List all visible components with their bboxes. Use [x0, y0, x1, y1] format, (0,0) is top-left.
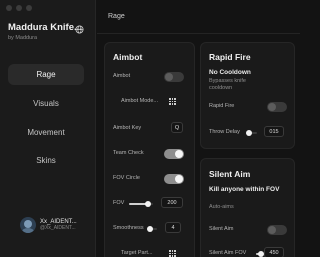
fov-label: FOV	[113, 200, 125, 206]
aimbot-panel: Aimbot Aimbot Aimbot Mode... Aimbot Key …	[104, 42, 195, 257]
fov-circle-toggle[interactable]	[164, 174, 184, 184]
slider-thumb[interactable]	[147, 226, 154, 232]
grid-icon[interactable]	[169, 98, 176, 105]
rapid-fire-desc: Bypasses knife cooldown	[209, 78, 246, 91]
globe-icon[interactable]	[75, 25, 84, 34]
sidebar-item-visuals[interactable]: Visuals	[8, 93, 84, 114]
sidebar-item-label: Visuals	[33, 99, 59, 108]
rapid-fire-panel-title: Rapid Fire	[209, 52, 251, 62]
sidebar-item-rage[interactable]: Rage	[8, 64, 84, 85]
sidebar-item-label: Rage	[36, 70, 56, 79]
sidebar-item-skins[interactable]: Skins	[8, 150, 84, 171]
aimbot-toggle[interactable]	[164, 72, 184, 82]
sidebar: Maddura Knife... by Maddura Rage Visuals…	[0, 0, 96, 257]
silent-aim-desc-title: Kill anyone within FOV	[209, 186, 280, 193]
fov-circle-label: FOV Circle	[113, 175, 140, 181]
silent-aim-panel: Silent Aim Kill anyone within FOV Auto-a…	[200, 158, 295, 257]
app-title: Maddura Knife...	[8, 22, 82, 33]
rapid-fire-panel: Rapid Fire No Cooldown Bypasses knife co…	[200, 42, 295, 149]
app-subtitle: by Maddura	[8, 35, 38, 41]
rapid-fire-desc-title: No Cooldown	[209, 69, 251, 76]
slider-thumb[interactable]	[246, 130, 253, 136]
avatar	[20, 217, 36, 233]
grid-icon[interactable]	[169, 250, 176, 257]
window-minimize-button[interactable]	[16, 5, 22, 11]
window-close-button[interactable]	[6, 5, 12, 11]
window-controls	[6, 5, 32, 11]
aimbot-label: Aimbot	[113, 73, 131, 79]
sidebar-item-label: Skins	[36, 156, 56, 165]
silent-aim-fov-value[interactable]: 450	[264, 247, 284, 257]
silent-aim-panel-title: Silent Aim	[209, 169, 251, 179]
sidebar-item-movement[interactable]: Movement	[8, 122, 84, 143]
page-title: Rage	[108, 13, 125, 20]
silent-aim-fov-slider[interactable]	[256, 251, 265, 257]
smoothness-slider[interactable]	[147, 226, 157, 232]
aimbot-key-label: Aimbot Key	[113, 125, 142, 131]
throw-delay-slider[interactable]	[246, 130, 257, 136]
fov-value[interactable]: 200	[161, 197, 183, 208]
throw-delay-label: Throw Delay	[209, 129, 240, 135]
sidebar-item-label: Movement	[27, 128, 65, 137]
header: Rage	[97, 0, 300, 34]
smoothness-label: Smoothness	[113, 225, 144, 231]
aimbot-panel-title: Aimbot	[113, 52, 143, 62]
slider-thumb[interactable]	[145, 201, 152, 207]
silent-aim-desc: Auto-aims	[209, 204, 234, 210]
window-maximize-button[interactable]	[26, 5, 32, 11]
fov-slider[interactable]	[129, 201, 153, 207]
user-profile[interactable]: Xx_AIDENT... @Xx_AIDENT...	[20, 217, 77, 233]
team-check-label: Team Check	[113, 150, 144, 156]
target-part-label[interactable]: Target Part...	[121, 250, 153, 256]
smoothness-value[interactable]: 4	[165, 222, 181, 233]
silent-aim-label: Silent Aim	[209, 226, 234, 232]
silent-aim-fov-label: Silent Aim FOV	[209, 250, 247, 256]
throw-delay-value[interactable]: 015	[264, 126, 284, 137]
rapid-fire-toggle[interactable]	[267, 102, 287, 112]
rapid-fire-label: Rapid Fire	[209, 103, 235, 109]
team-check-toggle[interactable]	[164, 149, 184, 159]
silent-aim-toggle[interactable]	[267, 225, 287, 235]
user-tag: @Xx_AIDENT...	[40, 225, 76, 231]
aimbot-mode-label[interactable]: Aimbot Mode...	[121, 98, 158, 104]
aimbot-key-field[interactable]: Q	[171, 122, 183, 133]
